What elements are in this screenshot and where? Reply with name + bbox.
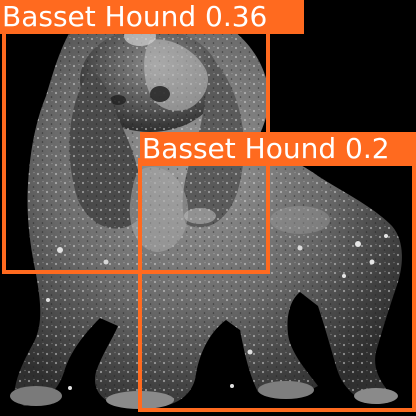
detection-label-1-class: Basset Hound xyxy=(2,0,197,33)
detection-label-2: Basset Hound 0.2 xyxy=(140,132,416,166)
detection-label-2-confidence: 0.2 xyxy=(345,132,390,165)
detection-box-2 xyxy=(138,158,416,412)
detection-label-1: Basset Hound 0.36 xyxy=(0,0,304,34)
detection-label-1-confidence: 0.36 xyxy=(205,0,268,33)
detection-label-2-class: Basset Hound xyxy=(142,132,337,165)
detection-image-canvas: Basset Hound 0.36 Basset Hound 0.2 xyxy=(0,0,416,416)
